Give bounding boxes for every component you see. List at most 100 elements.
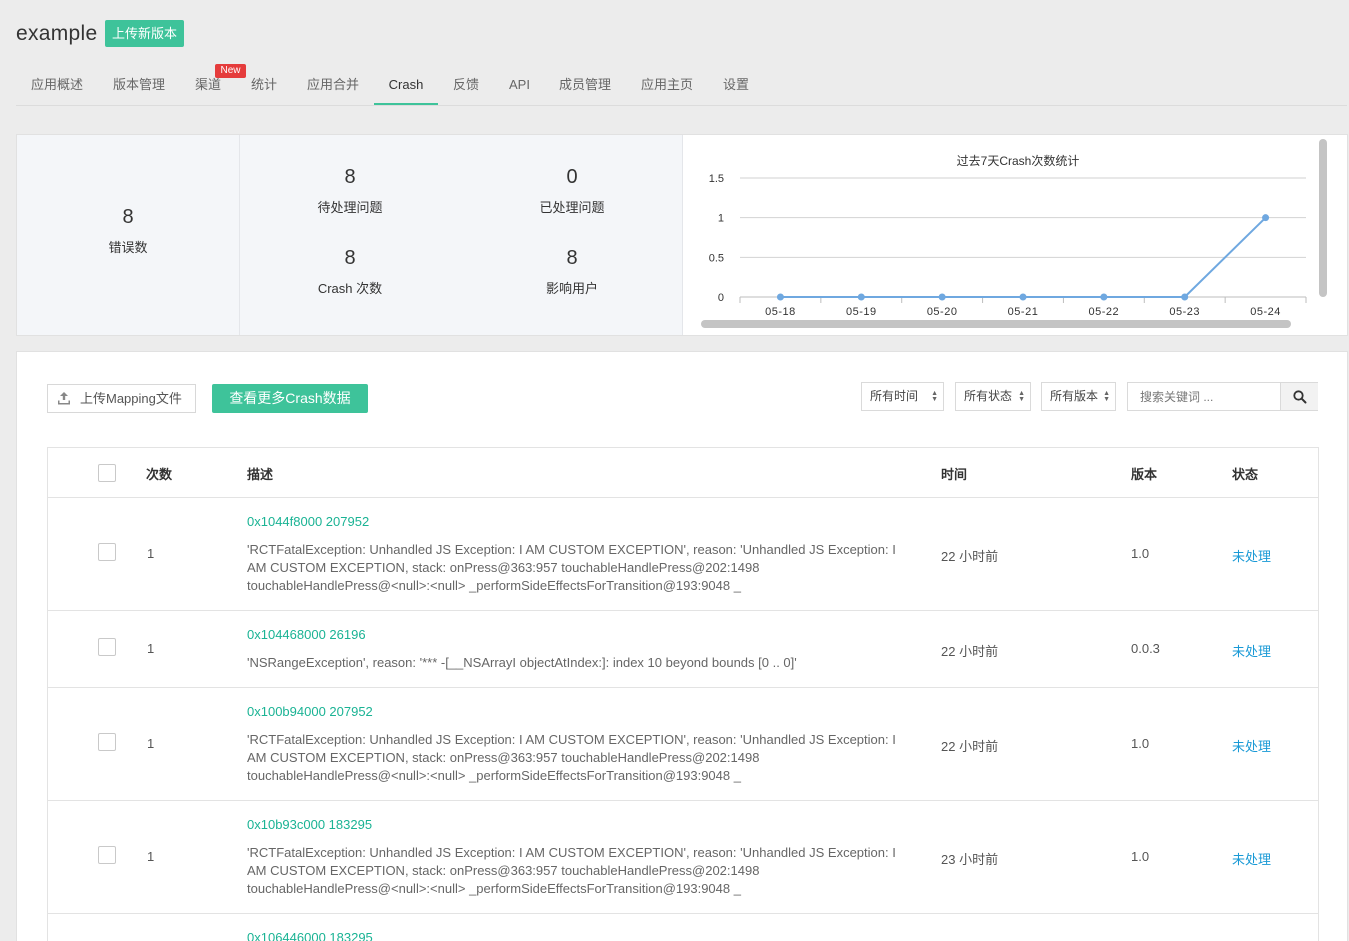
chart-data-point [1100,293,1108,301]
row-status-link[interactable]: 未处理 [1232,849,1271,868]
stat-errors-label: 错误数 [108,240,148,255]
chart-data-point [938,293,946,301]
row-description: 'RCTFatalException: Unhandled JS Excepti… [247,845,896,896]
chart-data-point [1262,214,1270,222]
chart-data-point [1181,293,1189,301]
search-icon [1293,390,1307,404]
stat-crashes-value: 8 [344,247,356,269]
chart-y-tick-label: 0.5 [709,252,724,264]
chart-x-tick-label: 05-18 [765,306,796,318]
table-row[interactable]: 1 0x100b94000 207952 'RCTFatalException:… [48,688,1318,801]
header-description: 描述 [247,467,274,482]
stat-errors: 8 错误数 [17,205,239,256]
chart-x-tick-label: 05-22 [1089,306,1120,318]
chart-x-tick-label: 05-24 [1250,306,1281,318]
chart-data-point [857,293,865,301]
chart-canvas: 0 0.5 1 1.5 05-18 05-19 05-20 05-21 05-22 05-23 05… [709,173,1307,318]
chart-y-tick-label: 0 [718,292,724,304]
select-all-checkbox[interactable] [98,464,116,482]
table-row[interactable]: 1 0x104468000 26196 'NSRangeException', … [48,611,1318,688]
version-filter-value: 所有版本 [1050,389,1099,403]
crash-chart: 过去7天Crash次数统计 0 0.5 1 1.5 05-18 05-19 05-20 05-… [683,135,1347,335]
row-count: 1 [147,849,155,864]
search-button[interactable] [1280,383,1318,410]
row-time: 22 小时前 [941,644,999,659]
new-badge: New [215,64,246,78]
search-input[interactable] [1128,383,1280,410]
stat-crashes: 8 Crash 次数 [239,246,461,297]
row-address-link[interactable]: 0x1044f8000 207952 [247,514,369,529]
tab-crash[interactable]: Crash [374,70,438,105]
stat-crashes-label: Crash 次数 [317,281,383,296]
row-address-link[interactable]: 0x100b94000 207952 [247,704,373,719]
row-version: 1.0 [1131,736,1150,751]
row-version: 1.0 [1131,546,1150,561]
row-checkbox[interactable] [98,846,116,864]
table-row[interactable]: 1 0x1044f8000 207952 'RCTFatalException:… [48,498,1318,611]
time-filter-select[interactable]: 所有时间 ▲ ▼ [861,382,944,411]
row-checkbox[interactable] [98,638,116,656]
row-description: 'RCTFatalException: Unhandled JS Excepti… [247,542,896,593]
tab-overview[interactable]: 应用概述 [31,70,83,105]
chart-horizontal-scrollbar[interactable] [701,320,1291,328]
version-filter-select[interactable]: 所有版本 ▲ ▼ [1041,382,1116,411]
tab-feedback[interactable]: 反馈 [453,70,479,105]
chart-data-point [776,293,784,301]
search-box [1127,382,1318,411]
row-status-link[interactable]: 未处理 [1232,641,1271,660]
row-status-link[interactable]: 未处理 [1232,736,1271,755]
row-count: 1 [147,736,155,751]
select-caret-icon: ▲ ▼ [1103,390,1110,403]
chart-x-tick-label: 05-19 [846,306,877,318]
stat-pending-value: 8 [344,166,356,188]
upload-new-version-button[interactable]: 上传新版本 [105,20,185,47]
table-row[interactable]: 0x106446000 183295 [48,914,1318,941]
chart-vertical-scrollbar[interactable] [1319,139,1327,297]
tab-app-homepage[interactable]: 应用主页 [641,70,693,105]
row-time: 23 小时前 [941,852,999,867]
select-caret-icon: ▲ ▼ [931,390,938,403]
crash-stats-panel: 8 错误数 8 待处理问题 0 已处理问题 8 Crash 次数 8 影响用户 … [16,134,1348,336]
row-address-link[interactable]: 0x106446000 183295 [247,930,373,941]
row-description: 'NSRangeException', reason: '*** -[__NSA… [247,655,797,670]
upload-icon [58,392,70,405]
tab-members[interactable]: 成员管理 [559,70,611,105]
tab-statistics[interactable]: 统计 [251,70,277,105]
stat-handled-value: 0 [566,166,578,188]
stat-users-value: 8 [566,247,578,269]
chart-x-tick-label: 05-21 [1008,306,1039,318]
table-header: 次数 描述 时间 版本 状态 [48,448,1318,498]
table-row[interactable]: 1 0x10b93c000 183295 'RCTFatalException:… [48,801,1318,914]
tab-app-merge[interactable]: 应用合并 [307,70,359,105]
stat-users-label: 影响用户 [545,281,598,296]
tab-api[interactable]: API [509,70,530,105]
tab-settings[interactable]: 设置 [723,70,749,105]
row-time: 22 小时前 [941,739,999,754]
stat-users: 8 影响用户 [461,246,683,297]
stat-pending: 8 待处理问题 [239,165,461,216]
upload-mapping-button[interactable]: 上传Mapping文件 [47,384,196,413]
stat-errors-value: 8 [122,206,134,228]
select-caret-icon: ▲ ▼ [1018,390,1025,403]
chart-y-tick-label: 1 [718,213,724,225]
row-address-link[interactable]: 0x10b93c000 183295 [247,817,372,832]
row-address-link[interactable]: 0x104468000 26196 [247,627,366,642]
row-count: 1 [147,641,155,656]
time-filter-value: 所有时间 [870,389,919,403]
row-checkbox[interactable] [98,543,116,561]
upload-mapping-label: 上传Mapping文件 [80,391,182,406]
chart-x-tick-label: 05-23 [1169,306,1200,318]
status-filter-select[interactable]: 所有状态 ▲ ▼ [955,382,1031,411]
row-checkbox[interactable] [98,733,116,751]
crash-table: 次数 描述 时间 版本 状态 1 0x1044f8000 207952 'RCT… [47,447,1319,941]
stat-pending-label: 待处理问题 [317,200,383,215]
row-time: 22 小时前 [941,549,999,564]
row-description: 'RCTFatalException: Unhandled JS Excepti… [247,732,896,783]
stat-handled: 0 已处理问题 [461,165,683,216]
app-header: example 上传新版本 应用概述 版本管理 渠道 统计 应用合并 Crash… [0,0,1349,106]
tab-versions[interactable]: 版本管理 [113,70,165,105]
row-status-link[interactable]: 未处理 [1232,546,1271,565]
header-status: 状态 [1232,467,1259,482]
row-version: 1.0 [1131,849,1150,864]
more-crash-data-button[interactable]: 查看更多Crash数据 [212,384,368,413]
